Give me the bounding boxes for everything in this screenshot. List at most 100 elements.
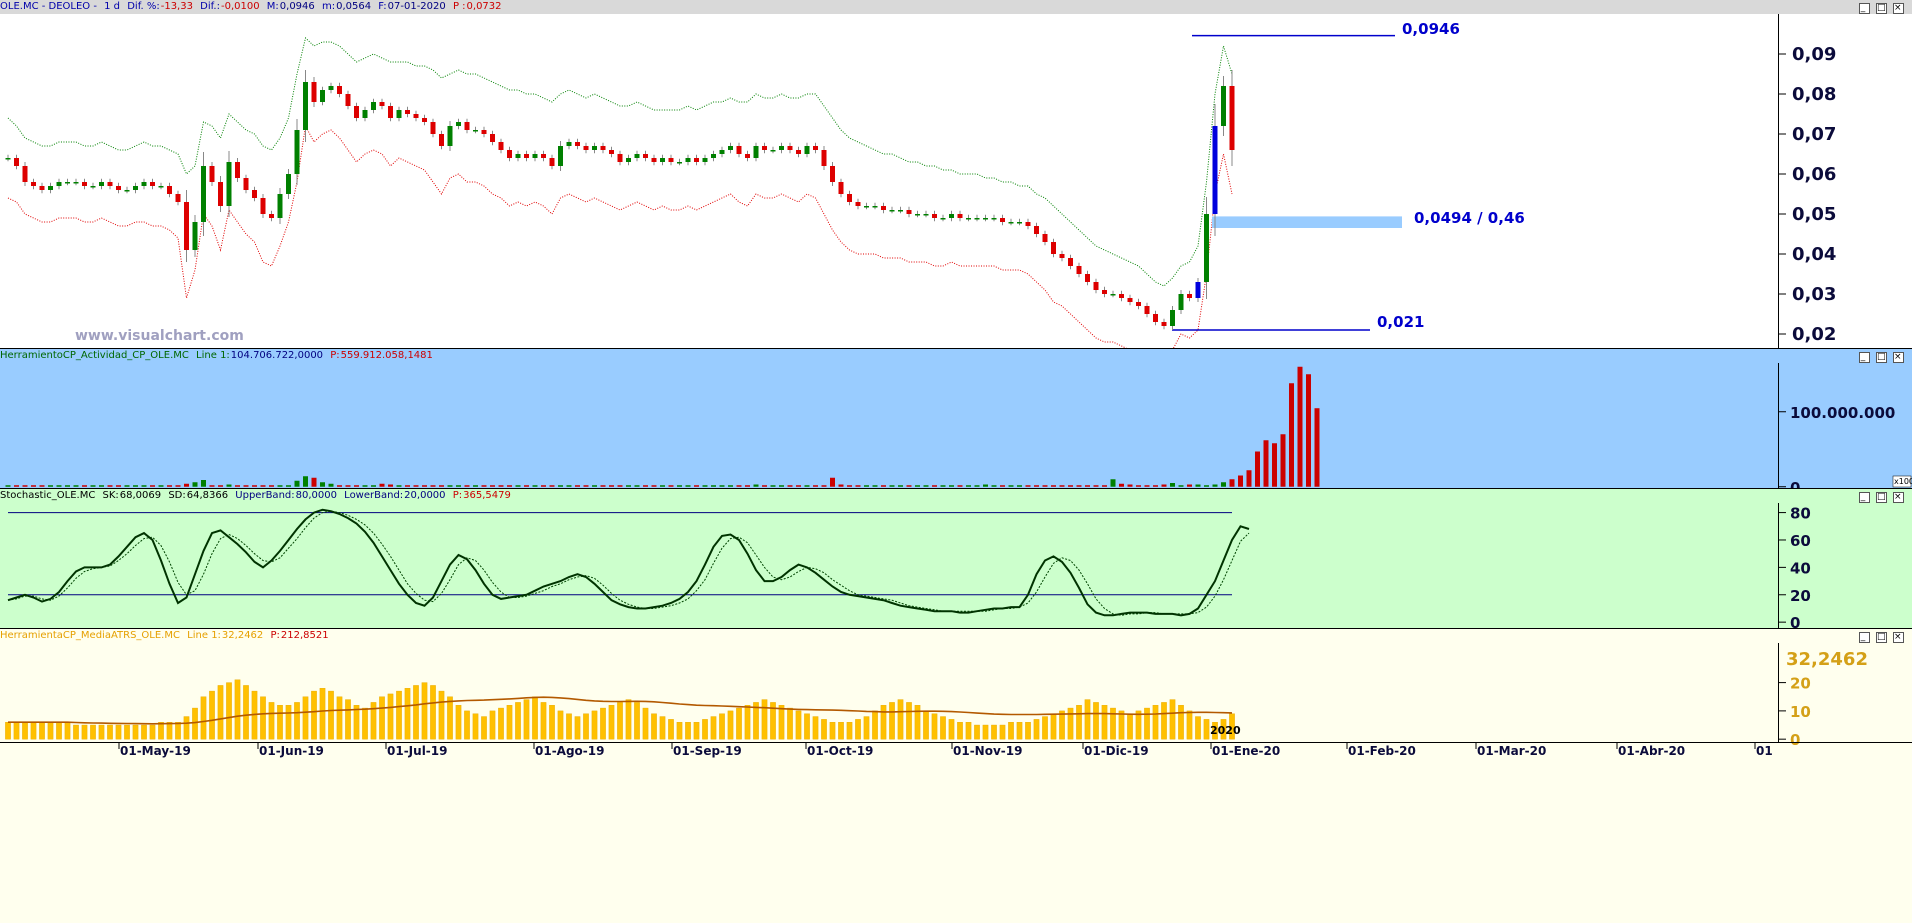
minimize-icon[interactable]: _ xyxy=(1859,3,1870,14)
candle-body xyxy=(915,214,920,216)
volume-bar xyxy=(702,485,708,487)
close-icon[interactable]: × xyxy=(1893,492,1904,503)
x-tick-label: 01-Dic-19 xyxy=(1084,744,1149,758)
stoch-ub-value: 80,0000 xyxy=(295,490,337,501)
atr-bar xyxy=(1025,721,1031,740)
x-tick-label: 01 xyxy=(1756,744,1773,758)
atr-panel[interactable]: HerramientaCP_MediaATRS_OLE.MC Line 1:32… xyxy=(0,628,1912,923)
candle-body xyxy=(252,190,257,198)
atr-bar xyxy=(668,719,674,740)
atr-bar xyxy=(107,724,113,740)
volume-bar xyxy=(39,485,45,487)
minimize-icon[interactable]: _ xyxy=(1859,492,1870,503)
atr-bar xyxy=(855,719,861,740)
date-value: 07-01-2020 xyxy=(387,1,446,12)
volume-chart[interactable]: 0100.000.000 x100 xyxy=(0,363,1912,489)
volume-bar xyxy=(201,480,206,487)
candle-body xyxy=(881,206,886,210)
atr-chart[interactable]: 01020 32,2462 01-May-19 01-Jun-19 01-Jul-1… xyxy=(0,643,1912,923)
atr-bar xyxy=(1203,719,1210,740)
candle-body xyxy=(906,210,912,214)
close-icon[interactable]: × xyxy=(1893,632,1904,643)
volume-bar xyxy=(940,485,946,487)
candle-body xyxy=(575,142,580,146)
candle-body xyxy=(541,154,546,158)
candle-body xyxy=(838,182,844,194)
atr-bar xyxy=(22,721,28,740)
volume-bar xyxy=(167,485,172,487)
atr-bar xyxy=(192,707,198,740)
atr-bar xyxy=(209,690,215,740)
candle-body xyxy=(566,142,572,146)
volume-bar xyxy=(90,485,96,487)
volume-bar xyxy=(507,485,512,487)
volume-bar xyxy=(906,485,912,487)
volume-bar xyxy=(949,485,954,487)
minimize-icon[interactable]: _ xyxy=(1859,632,1870,643)
candle-body xyxy=(5,158,11,160)
volume-bar xyxy=(150,485,155,487)
atr-bar xyxy=(1118,710,1125,740)
candle-body xyxy=(1034,226,1039,234)
stochastic-panel[interactable]: Stochastic_OLE.MC SK:68,0069 SD:64,8366 … xyxy=(0,488,1912,629)
close-icon[interactable]: × xyxy=(1893,3,1904,14)
volume-bar xyxy=(719,485,725,487)
candle-body xyxy=(1127,298,1133,302)
candle-body xyxy=(1153,314,1158,322)
volume-bar xyxy=(685,485,691,487)
volume-bar xyxy=(532,485,538,487)
atr-bar xyxy=(591,710,598,740)
price-chart[interactable]: 0,020,030,040,050,060,070,080,09 0,0946 … xyxy=(0,14,1912,348)
maximize-icon[interactable]: □ xyxy=(1876,352,1887,363)
price-panel-header: OLE.MC - DEOLEO - 1 d Dif. %:-13,33 Dif.… xyxy=(0,0,1912,14)
maximize-icon[interactable]: □ xyxy=(1876,3,1887,14)
stoch-sk-value: 68,0069 xyxy=(119,490,162,501)
atr-bar xyxy=(115,724,122,740)
minimize-icon[interactable]: _ xyxy=(1859,352,1870,363)
volume-p-value: 559.912.058,1481 xyxy=(340,350,433,361)
atr-last-value: 32,2462 xyxy=(1786,649,1868,670)
volume-bar xyxy=(1263,440,1269,487)
candle-body xyxy=(617,154,623,162)
candle-body xyxy=(311,82,317,102)
volume-bar xyxy=(881,485,886,487)
maximize-icon[interactable]: □ xyxy=(1876,632,1887,643)
atr-bar xyxy=(540,702,547,740)
volume-panel[interactable]: HerramientoCP_Actividad_CP_OLE.MC Line 1… xyxy=(0,348,1912,489)
candle-body xyxy=(1119,294,1124,298)
x-tick-label: 01-Jun-19 xyxy=(259,744,324,758)
volume-bar xyxy=(711,485,716,487)
candle-body xyxy=(1221,86,1226,126)
atr-bar xyxy=(557,710,564,740)
volume-bar xyxy=(838,484,844,487)
candle-body xyxy=(243,178,249,190)
atr-bar xyxy=(64,721,71,740)
volume-bar xyxy=(405,485,410,487)
price-panel[interactable]: OLE.MC - DEOLEO - 1 d Dif. %:-13,33 Dif.… xyxy=(0,0,1912,348)
volume-bar xyxy=(651,485,657,487)
stochastic-chart[interactable]: 0 20 40 60 80 xyxy=(0,503,1912,629)
scale-badge: x100 xyxy=(1894,477,1912,486)
stoch-ytick-label: 20 xyxy=(1790,587,1811,605)
volume-bar xyxy=(1297,366,1303,487)
maximize-icon[interactable]: □ xyxy=(1876,492,1887,503)
atr-bar xyxy=(821,719,827,740)
close-icon[interactable]: × xyxy=(1893,352,1904,363)
candle-body xyxy=(184,202,189,250)
volume-bar xyxy=(1144,485,1150,487)
atr-bar xyxy=(804,713,810,740)
candle-body xyxy=(422,118,427,122)
volume-bar xyxy=(192,482,198,487)
candle-body xyxy=(677,162,682,164)
volume-bar xyxy=(821,485,827,487)
atr-bar xyxy=(1042,716,1048,740)
volume-line-value: 104.706.722,0000 xyxy=(230,350,324,361)
candle-body xyxy=(507,150,512,158)
volume-bar xyxy=(209,485,215,487)
candle-body xyxy=(1059,254,1065,258)
volume-bar xyxy=(1127,484,1133,487)
volume-bar xyxy=(634,485,640,487)
volume-panel-header: HerramientoCP_Actividad_CP_OLE.MC Line 1… xyxy=(0,349,1912,363)
candle-body xyxy=(532,154,538,158)
candle-body xyxy=(923,214,929,216)
